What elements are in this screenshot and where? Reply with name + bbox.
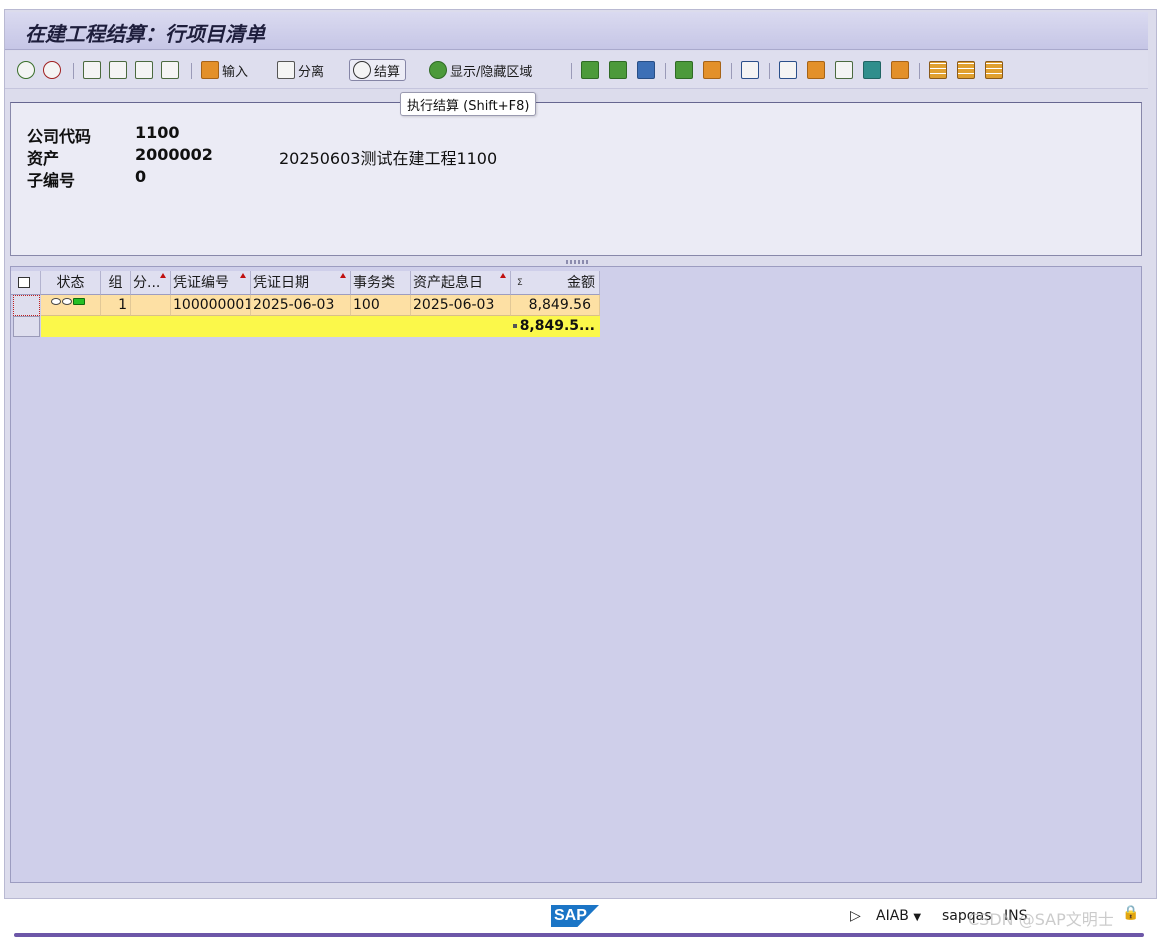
column-document-date[interactable]: 凭证日期 <box>251 271 351 295</box>
company-code-label: 公司代码 <box>27 127 92 146</box>
subtotal-icon[interactable] <box>703 59 721 81</box>
edit-document-icon[interactable] <box>135 59 153 81</box>
total-label-cell <box>41 316 511 337</box>
page-title: 在建工程结算：行项目清单 <box>25 22 265 46</box>
sum-indicator-icon: Σ <box>517 278 523 288</box>
export-excel-icon[interactable] <box>779 59 797 81</box>
column-split[interactable]: 分... <box>131 271 171 295</box>
settle-button[interactable]: 结算 <box>349 59 407 81</box>
splitter[interactable] <box>10 258 1142 266</box>
toolbar-separator <box>571 63 572 79</box>
sort-ascending-icon[interactable] <box>581 59 599 81</box>
toolbar-separator <box>665 63 666 79</box>
local-file-icon[interactable] <box>835 59 853 81</box>
column-value-date[interactable]: 资产起息日 <box>411 271 511 295</box>
toolbar-separator <box>191 63 192 79</box>
split-button[interactable]: 分离 <box>277 59 324 81</box>
header-panel: 公司代码 1100 资产 2000002 20250603测试在建工程1100 … <box>10 102 1142 256</box>
column-amount[interactable]: Σ 金额 <box>511 271 600 295</box>
splitter-grip-icon[interactable] <box>566 260 590 264</box>
first-page-icon[interactable] <box>83 59 101 81</box>
column-status[interactable]: 状态 <box>41 271 101 295</box>
toolbar-separator <box>73 63 74 79</box>
sort-indicator-icon <box>500 273 506 278</box>
print-preview-icon[interactable] <box>741 59 759 81</box>
sum-icon[interactable] <box>675 59 693 81</box>
sort-indicator-icon <box>160 273 166 278</box>
row-selector[interactable] <box>13 316 40 337</box>
subnumber-value: 0 <box>135 167 147 186</box>
save-layout-icon[interactable] <box>985 59 1003 81</box>
column-transaction-type[interactable]: 事务类 <box>351 271 411 295</box>
asset-value: 2000002 <box>135 145 213 164</box>
layout-icon <box>18 277 30 288</box>
row-selector[interactable] <box>13 295 40 316</box>
filter-icon[interactable] <box>637 59 655 81</box>
zoom-out-icon[interactable] <box>43 59 61 81</box>
watermark: CSDN @SAP文明士 <box>968 910 1114 929</box>
execute-icon <box>353 61 371 79</box>
group-cell: 1 <box>101 295 131 316</box>
document-date-cell: 2025-06-03 <box>251 295 351 316</box>
choose-layout-icon[interactable] <box>929 59 947 81</box>
status-expand-icon[interactable]: ▷ <box>850 908 861 924</box>
application-toolbar: 输入 分离 结算 显示/隐藏区域 <box>5 51 1148 89</box>
sort-indicator-icon <box>340 273 346 278</box>
toggle-area-button[interactable]: 显示/隐藏区域 <box>429 59 532 81</box>
zoom-in-icon[interactable] <box>17 59 35 81</box>
alv-grid: 状态 组 分... 凭证编号 凭证日期 事务类 资产起息日 Σ 金额 1 1000… <box>10 266 1142 883</box>
subnumber-label: 子编号 <box>27 171 76 190</box>
toggle-area-icon <box>429 61 447 79</box>
total-dot-icon <box>512 324 517 328</box>
bottom-border <box>14 933 1144 937</box>
document-number-cell: 100000001 <box>171 295 251 316</box>
title-bar: 在建工程结算：行项目清单 <box>5 12 1148 50</box>
client-indicator[interactable]: AIAB ▼ <box>876 908 921 924</box>
select-all-button[interactable] <box>11 271 41 295</box>
word-processing-icon[interactable] <box>807 59 825 81</box>
value-date-cell: 2025-06-03 <box>411 295 511 316</box>
settle-tooltip: 执行结算 (Shift+F8) <box>400 92 537 116</box>
chevron-down-icon: ▼ <box>913 912 922 923</box>
lock-icon[interactable]: 🔒 <box>1122 905 1139 921</box>
last-page-icon[interactable] <box>161 59 179 81</box>
status-cell <box>41 295 101 316</box>
split-icon <box>277 61 295 79</box>
toolbar-separator <box>769 63 770 79</box>
traffic-light-icon <box>51 298 85 305</box>
total-amount-cell: 8,849.5... <box>511 316 600 337</box>
split-cell <box>131 295 171 316</box>
change-layout-icon[interactable] <box>957 59 975 81</box>
asset-label: 资产 <box>27 149 60 168</box>
input-button[interactable]: 输入 <box>201 59 248 81</box>
column-document-number[interactable]: 凭证编号 <box>171 271 251 295</box>
sort-indicator-icon <box>240 273 246 278</box>
transaction-type-cell: 100 <box>351 295 411 316</box>
graphic-icon[interactable] <box>891 59 909 81</box>
toolbar-separator <box>731 63 732 79</box>
send-icon[interactable] <box>863 59 881 81</box>
column-group[interactable]: 组 <box>101 271 131 295</box>
asset-description: 20250603测试在建工程1100 <box>279 149 498 168</box>
previous-page-icon[interactable] <box>109 59 127 81</box>
amount-cell: 8,849.56 <box>511 295 600 316</box>
toolbar-separator <box>919 63 920 79</box>
sort-descending-icon[interactable] <box>609 59 627 81</box>
company-code-value: 1100 <box>135 123 180 142</box>
hierarchy-icon <box>201 61 219 79</box>
